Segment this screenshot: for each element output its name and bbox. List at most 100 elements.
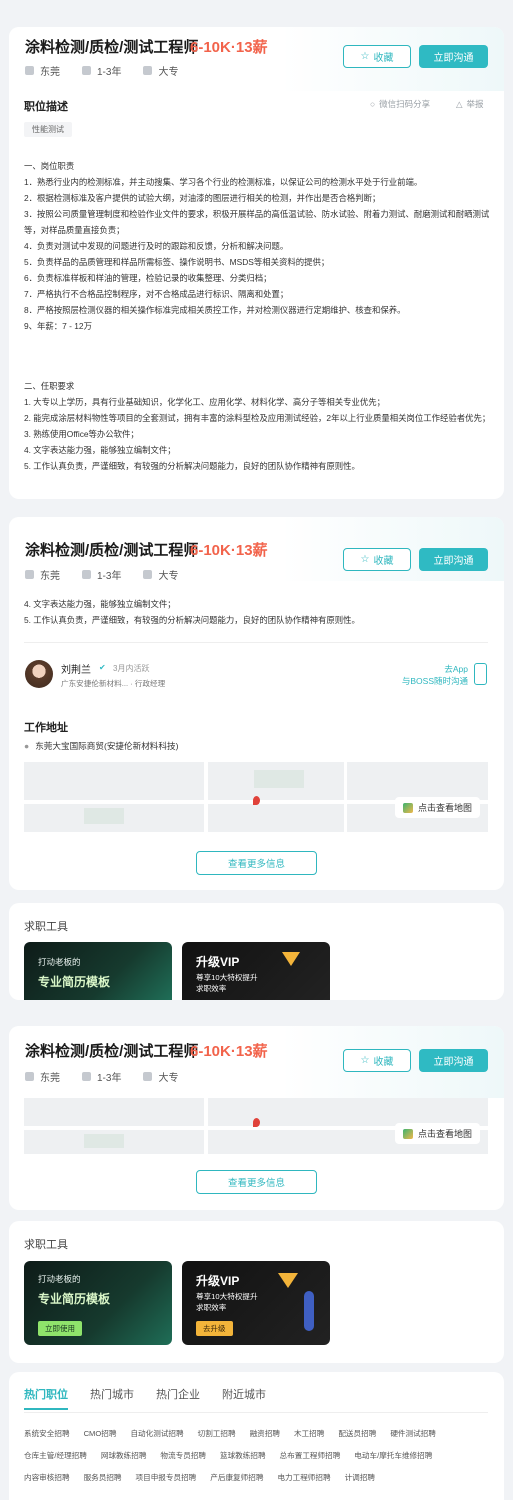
map-icon <box>402 1128 413 1139</box>
verified-icon: ✔ <box>99 663 106 672</box>
tools-heading: 求职工具 <box>24 921 68 933</box>
hot-link[interactable]: 网球教练招聘 <box>101 1450 147 1461</box>
hot-link[interactable]: 电力工程师招聘 <box>277 1472 330 1483</box>
tab-hot-cities[interactable]: 热门城市 <box>90 1386 134 1410</box>
hot-tabs: 热门职位 热门城市 热门企业 附近城市 <box>24 1386 288 1410</box>
hot-job-links: 系统安全招聘 CMO招聘 自动化测试招聘 切割工招聘 融资招聘 木工招聘 配送员… <box>24 1428 494 1494</box>
education-icon <box>143 66 153 75</box>
hot-link[interactable]: 系统安全招聘 <box>24 1428 70 1439</box>
star-icon: ☆ <box>360 1055 370 1066</box>
star-icon: ☆ <box>360 51 370 62</box>
education-icon <box>143 1072 153 1081</box>
tab-nearby-cities[interactable]: 附近城市 <box>222 1386 266 1410</box>
report-link[interactable]: △ 举报 <box>456 98 484 110</box>
chat-now-button[interactable]: 立即沟通 <box>419 1049 488 1072</box>
skill-tag: 性能测试 <box>24 122 72 137</box>
job-header-sticky: 涂料检测/质检/测试工程师 6-10K·13薪 东莞 1-3年 大专 ☆ 收藏 立… <box>9 517 504 582</box>
favorite-button[interactable]: ☆ 收藏 <box>343 45 411 68</box>
chat-now-button[interactable]: 立即沟通 <box>419 548 488 571</box>
recruiter-avatar[interactable] <box>25 660 53 688</box>
briefcase-icon <box>82 1072 91 1081</box>
job-salary: 6-10K·13薪 <box>190 39 268 56</box>
chat-now-button[interactable]: 立即沟通 <box>419 45 488 68</box>
tools-heading: 求职工具 <box>24 1239 68 1251</box>
requirements-tail: 4. 文字表达能力强，能够独立编制文件； 5. 工作认真负责，严谨细致，有较强的… <box>24 599 360 625</box>
view-more-button[interactable]: 查看更多信息 <box>196 1170 317 1194</box>
location-map[interactable]: 点击查看地图 <box>24 762 488 832</box>
job-education: 大专 <box>158 67 179 78</box>
diamond-icon <box>278 1273 298 1288</box>
hot-link[interactable]: 硬件测试招聘 <box>390 1428 436 1439</box>
hot-link[interactable]: 篮球教练招聘 <box>220 1450 266 1461</box>
hot-link[interactable]: 木工招聘 <box>294 1428 324 1439</box>
recruiter-active: 3月内活跃 <box>113 664 150 673</box>
tab-hot-jobs[interactable]: 热门职位 <box>24 1386 68 1410</box>
map-pin-icon <box>253 796 260 805</box>
job-city: 东莞 <box>40 67 60 78</box>
address-heading: 工作地址 <box>24 722 68 734</box>
favorite-button[interactable]: ☆ 收藏 <box>343 1049 411 1072</box>
vip-card[interactable]: 升级VIP 尊享10大特权提升 求职效率 去升级 <box>182 1261 330 1345</box>
job-meta: 东莞 1-3年 大专 <box>25 1069 200 1084</box>
hot-link[interactable]: 自动化测试招聘 <box>130 1428 183 1439</box>
hot-link[interactable]: 产后康复师招聘 <box>210 1472 263 1483</box>
tabs-divider <box>24 1412 488 1413</box>
hot-link[interactable]: 项目申报专员招聘 <box>136 1472 197 1483</box>
upgrade-button[interactable]: 去升级 <box>196 1321 233 1336</box>
job-meta: 东莞 1-3年 大专 <box>25 567 200 582</box>
view-more-button[interactable]: 查看更多信息 <box>196 851 317 875</box>
resume-template-card[interactable]: 打动老板的 专业简历模板 立即使用 <box>24 1261 172 1345</box>
go-app-link[interactable]: 去App 与BOSS随时沟通 <box>386 663 468 687</box>
diamond-icon <box>282 952 300 966</box>
star-icon: ☆ <box>360 554 370 565</box>
vip-card[interactable]: 升级VIP 尊享10大特权提升 求职效率 <box>182 942 330 1000</box>
map-pin-icon <box>253 1118 260 1127</box>
view-map-button[interactable]: 点击查看地图 <box>394 1123 480 1144</box>
wechat-icon: ○ <box>370 99 376 109</box>
map-icon <box>402 802 413 813</box>
address-text: ● 东莞大宝国际商贸(安捷伦新材料科技) <box>24 741 179 751</box>
hot-link[interactable]: 服务员招聘 <box>84 1472 122 1483</box>
hot-link[interactable]: 融资招聘 <box>250 1428 280 1439</box>
requirements-body: 二、任职要求 1. 大专以上学历，具有行业基础知识，化学化工、应用化学、材料化学… <box>24 381 491 471</box>
person-illustration-icon <box>304 1291 314 1331</box>
job-title: 涂料检测/质检/测试工程师 <box>25 542 199 559</box>
use-now-button[interactable]: 立即使用 <box>38 1321 82 1336</box>
location-icon <box>25 570 34 579</box>
location-icon: ● <box>24 741 30 751</box>
hot-link[interactable]: 电动车/摩托车维修招聘 <box>354 1450 432 1461</box>
briefcase-icon <box>82 570 91 579</box>
job-title: 涂料检测/质检/测试工程师 <box>25 39 199 56</box>
recruiter-company: 广东安捷伦新材料... · 行政经理 <box>61 679 166 688</box>
description-heading: 职位描述 <box>24 101 68 113</box>
hot-link[interactable]: 总布置工程师招聘 <box>280 1450 341 1461</box>
hot-link[interactable]: 物流专员招聘 <box>160 1450 206 1461</box>
job-salary: 6-10K·13薪 <box>190 542 268 559</box>
view-map-button[interactable]: 点击查看地图 <box>394 797 480 818</box>
wechat-share[interactable]: ○ 微信扫码分享 <box>370 98 430 110</box>
job-title: 涂料检测/质检/测试工程师 <box>25 1043 199 1060</box>
location-icon <box>25 1072 34 1081</box>
education-icon <box>143 570 153 579</box>
location-map[interactable]: 点击查看地图 <box>24 1098 488 1154</box>
recruiter-name: 刘荆兰 <box>61 665 91 676</box>
tab-hot-companies[interactable]: 热门企业 <box>156 1386 200 1410</box>
phone-icon <box>474 663 487 685</box>
divider <box>24 642 488 643</box>
favorite-button[interactable]: ☆ 收藏 <box>343 548 411 571</box>
hot-link[interactable]: 计调招聘 <box>345 1472 375 1483</box>
briefcase-icon <box>82 66 91 75</box>
hot-link[interactable]: 内容审核招聘 <box>24 1472 70 1483</box>
hot-link[interactable]: 配送员招聘 <box>338 1428 376 1439</box>
job-header: 涂料检测/质检/测试工程师 6-10K·13薪 东莞 1-3年 大专 ☆ 收藏 立… <box>9 27 504 91</box>
job-header-sticky-2: 涂料检测/质检/测试工程师 6-10K·13薪 东莞 1-3年 大专 ☆ 收藏 立… <box>9 1026 504 1098</box>
job-meta: 东莞 1-3年 大专 <box>25 63 200 78</box>
job-salary: 6-10K·13薪 <box>190 1043 268 1060</box>
location-icon <box>25 66 34 75</box>
hot-link[interactable]: 仓库主管/经理招聘 <box>24 1450 87 1461</box>
job-experience: 1-3年 <box>97 67 122 78</box>
hot-link[interactable]: CMO招聘 <box>84 1428 117 1439</box>
resume-template-card[interactable]: 打动老板的 专业简历模板 <box>24 942 172 1000</box>
description-body: 一、岗位职责 1．熟悉行业内的检测标准，并主动搜集、学习各个行业的检测标准，以保… <box>24 161 490 331</box>
hot-link[interactable]: 切割工招聘 <box>198 1428 236 1439</box>
